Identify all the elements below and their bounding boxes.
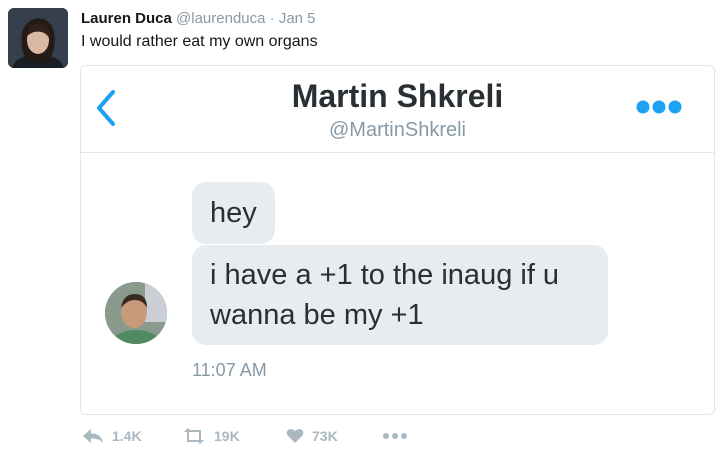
reply-action[interactable]: 1.4K <box>82 428 142 444</box>
dm-screenshot-card[interactable]: Martin Shkreli @MartinShkreli hey i have… <box>80 65 715 415</box>
tweet-date[interactable]: Jan 5 <box>279 10 316 27</box>
retweet-action[interactable]: 19K <box>182 428 240 444</box>
sender-photo <box>105 282 167 344</box>
message-timestamp: 11:07 AM <box>192 360 267 380</box>
author-avatar[interactable] <box>8 8 68 68</box>
separator: · <box>269 10 275 27</box>
tweet-header: Lauren Duca @laurenduca · Jan 5 <box>81 10 316 27</box>
reply-count: 1.4K <box>112 428 142 444</box>
author-photo <box>8 8 68 68</box>
tweet-text: I would rather eat my own organs <box>81 33 318 50</box>
message-bubble: hey <box>192 182 275 244</box>
dm-header: Martin Shkreli @MartinShkreli <box>81 66 714 153</box>
more-dots-icon <box>383 433 407 439</box>
retweet-count: 19K <box>214 428 240 444</box>
more-action[interactable] <box>382 428 408 444</box>
retweet-icon <box>184 428 204 444</box>
like-count: 73K <box>312 428 338 444</box>
dm-contact-handle: @MartinShkreli <box>328 119 466 141</box>
like-action[interactable]: 73K <box>286 428 338 444</box>
more-options-icon[interactable] <box>636 99 682 115</box>
author-name[interactable]: Lauren Duca <box>81 10 172 27</box>
reply-icon <box>83 429 103 443</box>
author-handle[interactable]: @laurenduca <box>176 10 265 27</box>
dm-contact-name: Martin Shkreli <box>291 78 504 114</box>
message-bubble: i have a +1 to the inaug if u wanna be m… <box>192 245 608 345</box>
sender-avatar <box>105 282 167 344</box>
heart-icon <box>286 428 304 443</box>
